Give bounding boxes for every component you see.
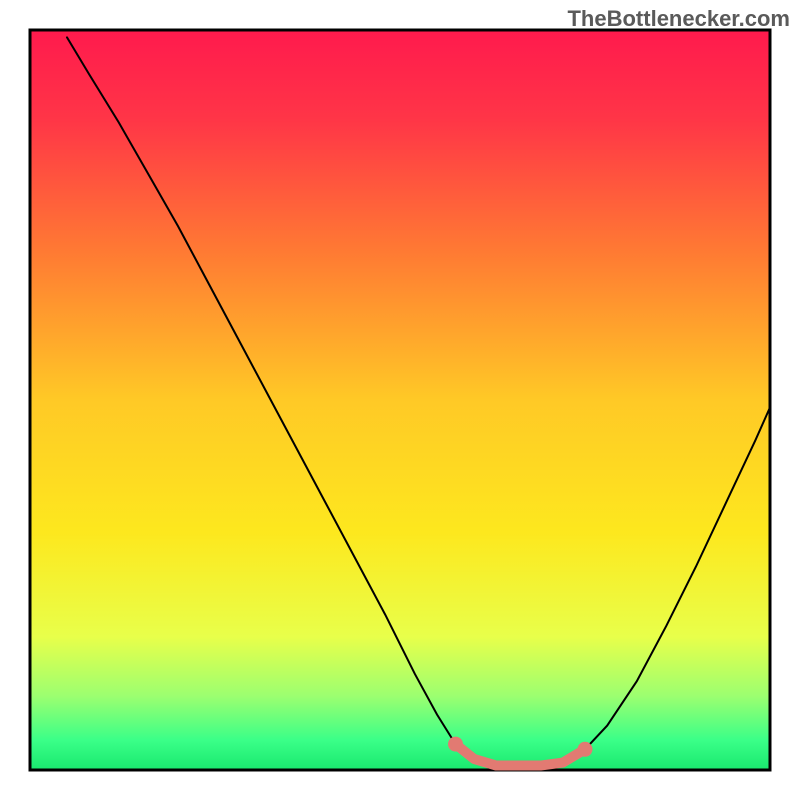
plot-background [30,30,770,770]
bottleneck-chart [0,0,800,800]
highlight-dot [578,742,593,757]
chart-container: TheBottlenecker.com [0,0,800,800]
watermark-text: TheBottlenecker.com [567,6,790,32]
highlight-dot [448,737,463,752]
